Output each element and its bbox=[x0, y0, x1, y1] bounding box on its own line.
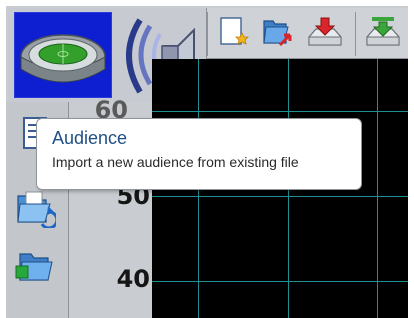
new-file-icon bbox=[216, 15, 250, 53]
download-green-button[interactable] bbox=[363, 14, 403, 54]
tooltip-description: Import a new audience from existing file bbox=[52, 154, 299, 170]
grid-line-vertical bbox=[377, 59, 378, 318]
toolbar-separator bbox=[355, 12, 356, 56]
tooltip: Audience Import a new audience from exis… bbox=[36, 118, 362, 190]
grid-line-horizontal bbox=[152, 281, 408, 282]
grid-line-horizontal bbox=[152, 111, 408, 112]
download-red-button[interactable] bbox=[305, 14, 345, 54]
new-file-button[interactable] bbox=[213, 14, 253, 54]
export-folder-button[interactable] bbox=[257, 14, 297, 54]
toolbar bbox=[207, 8, 408, 59]
axis-tick-40: 40 bbox=[116, 265, 150, 293]
app-window: 60 50 40 Audience Import a new audience … bbox=[6, 6, 408, 318]
grid-line-horizontal bbox=[152, 196, 408, 197]
folder-import-audience-icon bbox=[14, 186, 59, 232]
toolbar-separator bbox=[207, 12, 208, 56]
tooltip-title: Audience bbox=[52, 128, 128, 148]
folder-export-icon bbox=[260, 15, 294, 53]
download-tray-green-icon bbox=[364, 15, 402, 53]
open-folder-button[interactable] bbox=[12, 246, 58, 292]
stadium-icon[interactable] bbox=[14, 12, 112, 98]
import-audience-button[interactable] bbox=[12, 186, 59, 232]
folder-open-icon bbox=[14, 248, 56, 290]
download-tray-red-icon bbox=[306, 15, 344, 53]
